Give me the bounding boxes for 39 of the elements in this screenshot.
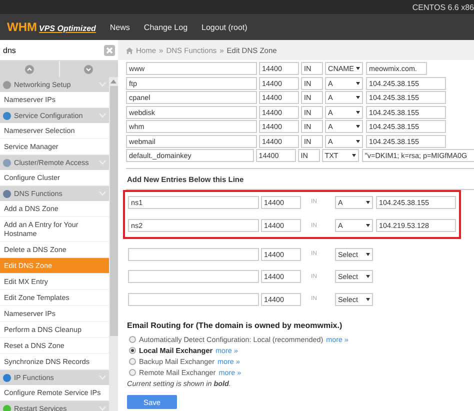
search-field[interactable]: dns <box>3 46 101 54</box>
caret-icon <box>366 275 370 278</box>
chevron-icon[interactable] <box>99 375 106 380</box>
section-heading: Email Routing for (The domain is owned by meomwmix.) <box>127 321 344 330</box>
scrollbar-thumb[interactable] <box>110 86 118 336</box>
scroll-arrow-icon[interactable] <box>110 79 117 84</box>
scroll-down-icon[interactable] <box>84 64 94 74</box>
home-icon[interactable] <box>126 46 133 54</box>
caret-icon <box>356 96 360 100</box>
scroll-up-icon[interactable] <box>24 64 34 74</box>
name-field[interactable] <box>128 292 259 306</box>
name-field[interactable] <box>128 248 259 261</box>
chevron-icon[interactable] <box>99 160 106 165</box>
radio-button[interactable] <box>129 358 136 365</box>
radio-button[interactable] <box>129 369 136 376</box>
chevron-icon[interactable] <box>99 406 106 411</box>
logo-brand[interactable]: WHM <box>7 20 37 34</box>
system-info: CENTOS 6.6 x86 <box>412 2 474 12</box>
caret-icon <box>356 140 360 143</box>
chevron-icon[interactable] <box>99 82 106 87</box>
nav-link[interactable]: Logout (root) <box>202 22 248 32</box>
caret-icon <box>366 252 370 256</box>
chevron-icon[interactable] <box>99 191 106 196</box>
clear-search-icon[interactable] <box>104 44 115 56</box>
caret-icon <box>352 154 356 158</box>
caret-icon <box>356 110 360 114</box>
radio-button[interactable] <box>129 347 136 354</box>
radio-button[interactable] <box>129 336 136 343</box>
caret-icon <box>356 67 360 70</box>
chevron-icon[interactable] <box>99 113 106 118</box>
nav-link[interactable]: News <box>110 22 130 32</box>
caret-icon <box>356 82 360 85</box>
name-field[interactable] <box>128 270 259 284</box>
nav-link[interactable]: Change Log <box>144 22 188 32</box>
caret-icon <box>356 125 360 128</box>
caret-icon <box>366 224 370 228</box>
caret-icon <box>366 200 370 204</box>
logo-tagline[interactable]: VPS Optimized <box>39 24 96 33</box>
caret-icon <box>366 298 370 301</box>
